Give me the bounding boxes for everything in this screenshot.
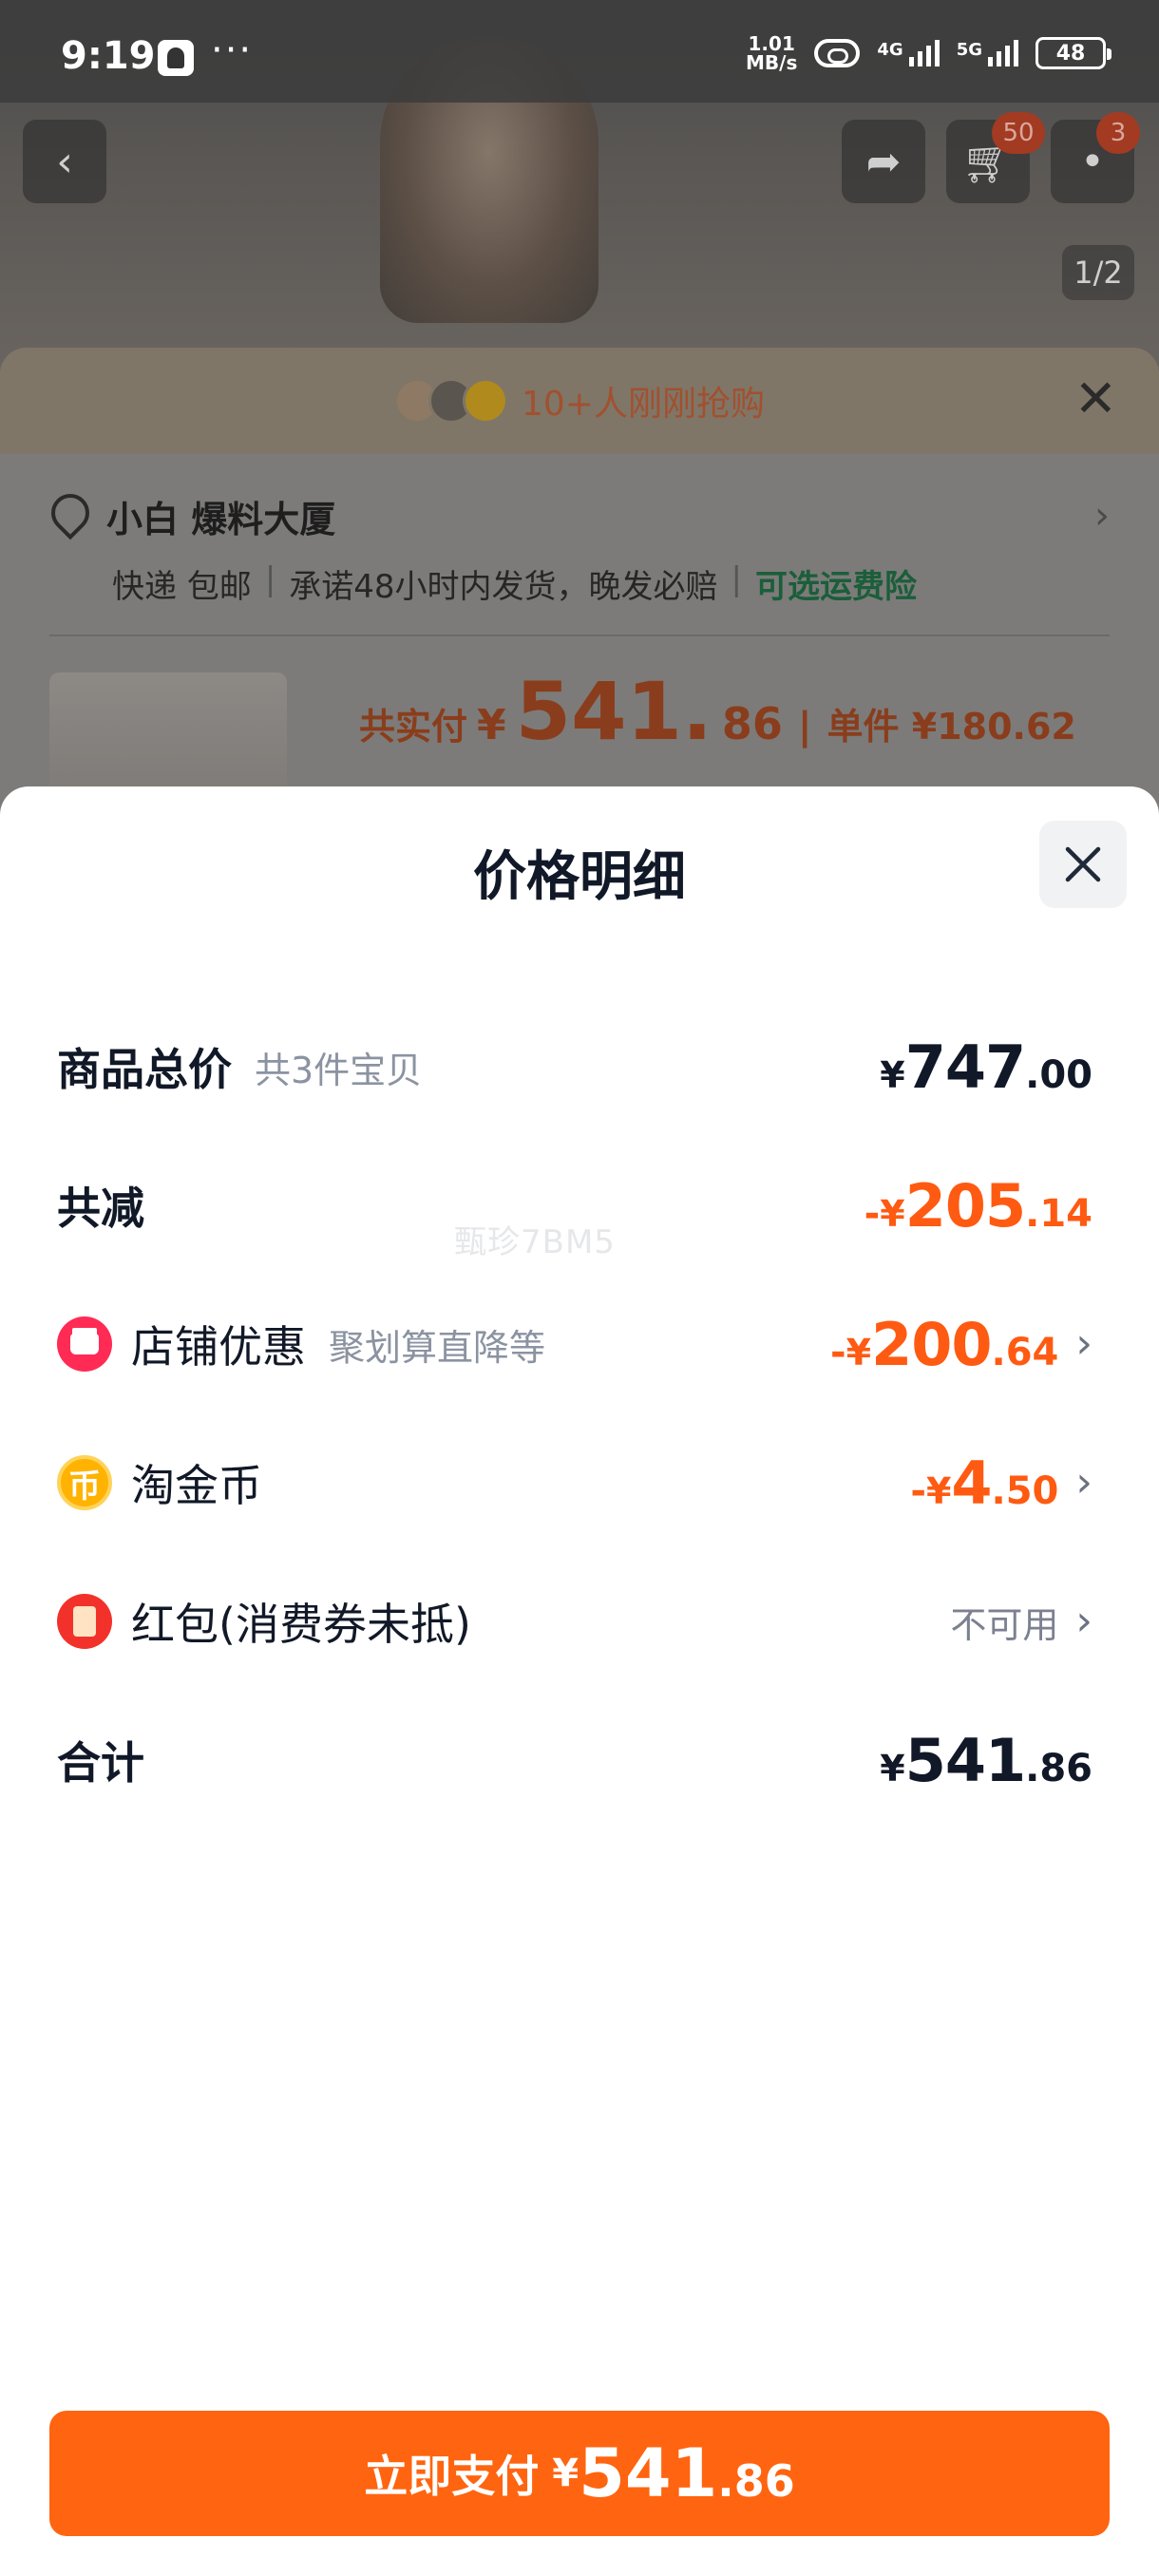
status-time: 9:19 — [61, 34, 156, 78]
grand-total-row: 合计 ¥ 541 .86 — [57, 1717, 1092, 1803]
total-decimal: 86 — [721, 698, 783, 749]
goods-count: 共3件宝贝 — [255, 1049, 423, 1091]
red-packet-label: 红包(消费券未抵) — [131, 1599, 471, 1650]
close-button[interactable] — [1039, 821, 1127, 908]
grand-total-amount: ¥ 541 .86 — [880, 1725, 1092, 1795]
total-currency: ¥ — [477, 701, 506, 749]
recent-buyers-banner: 10+人刚刚抢购 ✕ — [0, 348, 1159, 454]
red-packet-icon — [57, 1594, 112, 1649]
goods-total-row: 商品总价 共3件宝贝 ¥ 747 .00 — [57, 1024, 1092, 1109]
signal-4g-icon: 4G — [877, 40, 940, 66]
status-bar: 9:19 ··· 1.01 MB/s 4G 5G 48 — [0, 0, 1159, 103]
sheet-title: 价格明细 — [473, 846, 686, 908]
coin-icon: 币 — [57, 1455, 112, 1510]
message-count-badge: 3 — [1096, 112, 1140, 154]
shipping-promise: 承诺48小时内发货，晚发必赔 — [289, 568, 718, 606]
pay-now-label: 立即支付 — [364, 2451, 540, 2502]
buyer-avatars — [394, 378, 508, 424]
total-discount-amount: - ¥ 205 .14 — [864, 1170, 1092, 1241]
goods-total-label: 商品总价 — [57, 1044, 232, 1095]
grand-total-label: 合计 — [57, 1737, 144, 1789]
chevron-right-icon: › — [1094, 494, 1110, 538]
shipping-info: 快递 包邮 | 承诺48小时内发货，晚发必赔 | 可选运费险 — [112, 560, 917, 607]
taojinbi-label: 淘金币 — [131, 1460, 262, 1511]
image-page-indicator: 1/2 — [1062, 245, 1134, 300]
shipping-insurance-link[interactable]: 可选运费险 — [755, 560, 917, 607]
signal-5g-label: 5G — [956, 40, 982, 60]
network-speed: 1.01 MB/s — [746, 34, 797, 72]
location-pin-icon — [49, 494, 87, 540]
total-integer: 541. — [515, 665, 712, 758]
red-packet-row[interactable]: 红包(消费券未抵) 不可用 › — [57, 1579, 1092, 1664]
shipping-method: 快递 包邮 — [112, 568, 252, 606]
notification-avatar-icon — [158, 40, 194, 76]
close-icon[interactable]: ✕ — [1074, 369, 1117, 428]
total-discount-label: 共减 — [57, 1183, 144, 1234]
taojinbi-amount: - ¥ 4 .50 — [910, 1448, 1059, 1518]
cart-count-badge: 50 — [992, 112, 1045, 154]
shop-discount-sub: 聚划算直降等 — [329, 1326, 546, 1369]
more-notifications-icon: ··· — [211, 28, 254, 72]
messages-button[interactable]: • 3 — [1051, 112, 1140, 203]
taojinbi-row[interactable]: 币 淘金币 - ¥ 4 .50 › — [57, 1440, 1092, 1525]
red-packet-status: 不可用 — [950, 1603, 1059, 1646]
battery-icon: 48 — [1036, 37, 1112, 69]
chevron-right-icon: › — [1075, 1458, 1092, 1506]
close-icon — [1065, 846, 1101, 882]
signal-4g-label: 4G — [877, 40, 903, 60]
share-button[interactable]: ➦ — [842, 120, 925, 203]
address-row[interactable]: 小白 爆料大厦 — [49, 490, 335, 542]
address-text: 小白 爆料大厦 — [106, 499, 336, 540]
shop-discount-row[interactable]: 店铺优惠 聚划算直降等 - ¥ 200 .64 › — [57, 1301, 1092, 1387]
price-detail-sheet: 价格明细 甄珍7BM5 商品总价 共3件宝贝 ¥ 747 .00 共减 - ¥ — [0, 786, 1159, 2576]
chevron-left-icon: ‹ — [56, 137, 73, 186]
shop-discount-label: 店铺优惠 — [131, 1321, 306, 1373]
goods-total-amount: ¥ 747 .00 — [880, 1032, 1092, 1102]
divider — [49, 635, 1110, 636]
shipping-separator: | — [264, 560, 276, 598]
shop-discount-amount: - ¥ 200 .64 — [830, 1309, 1059, 1379]
shop-icon — [57, 1316, 112, 1372]
chevron-right-icon: › — [1075, 1597, 1092, 1645]
recent-buyers-text: 10+人刚刚抢购 — [522, 385, 765, 424]
pay-now-button[interactable]: 立即支付 ¥ 541 .86 — [49, 2411, 1110, 2536]
pay-now-amount: ¥ 541 .86 — [552, 2434, 795, 2512]
chevron-right-icon: › — [1075, 1319, 1092, 1368]
total-paid-label: 共实付 — [359, 706, 468, 748]
shipping-separator: | — [731, 560, 743, 598]
network-speed-value: 1.01 — [748, 32, 795, 55]
back-button[interactable]: ‹ — [23, 120, 106, 203]
total-discount-row: 共减 - ¥ 205 .14 — [57, 1163, 1092, 1248]
cart-button[interactable]: 🛒︎ 50 — [946, 112, 1045, 203]
unit-price: 单件 ¥180.62 — [826, 706, 1076, 748]
network-speed-unit: MB/s — [746, 51, 798, 74]
total-price-summary: 共实付 ¥ 541. 86 | 单件 ¥180.62 — [359, 665, 1076, 758]
share-icon: ➦ — [865, 137, 902, 186]
signal-5g-icon: 5G — [957, 40, 1018, 66]
price-separator: | — [797, 705, 812, 748]
link-icon — [814, 39, 861, 67]
